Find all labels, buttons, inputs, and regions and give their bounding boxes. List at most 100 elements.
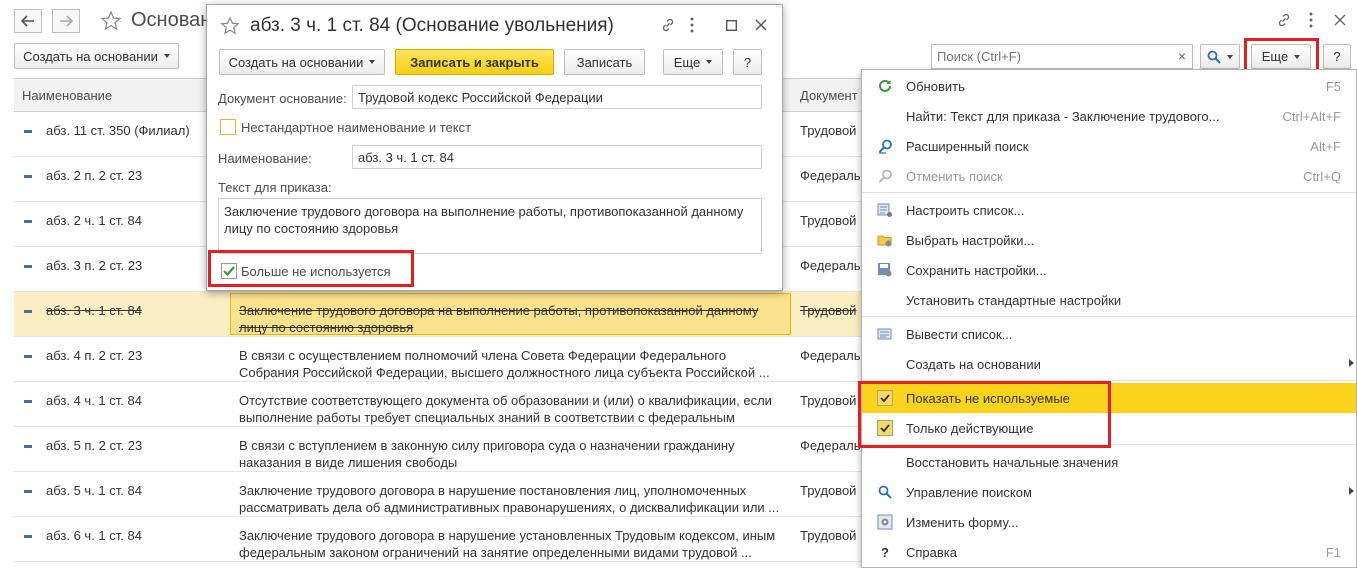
forward-button[interactable] <box>52 9 80 33</box>
item-icon <box>24 130 32 133</box>
order-text-label: Текст для приказа: <box>218 180 332 195</box>
row-text: В связи с осуществлением полномочий член… <box>239 348 770 380</box>
create-based-label: Создать на основании <box>228 54 364 70</box>
save-and-close-button[interactable]: Записать и закрыть <box>395 49 554 75</box>
menu-item-label: Обновить <box>906 79 965 94</box>
item-icon <box>24 355 32 358</box>
menu-item-shortcut: F5 <box>1325 79 1341 94</box>
save-button[interactable]: Записать <box>564 49 645 75</box>
menu-item-choose-settings[interactable]: Выбрать настройки... <box>862 225 1356 255</box>
menu-item-label: Выбрать настройки... <box>906 233 1035 248</box>
row-name: абз. 4 п. 2 ст. 23 <box>46 348 143 363</box>
close-icon[interactable] <box>1331 11 1349 29</box>
nonstandard-checkbox[interactable] <box>220 119 236 135</box>
more-vertical-icon[interactable] <box>683 16 701 34</box>
more-menu: Обновить F5 Найти: Текст для приказа - З… <box>861 69 1357 568</box>
row-name: абз. 5 ч. 1 ст. 84 <box>46 483 142 498</box>
dialog-title: абз. 3 ч. 1 ст. 84 (Основание увольнения… <box>250 15 614 36</box>
arrow-left-icon <box>21 15 34 27</box>
row-name: абз. 4 ч. 1 ст. 84 <box>46 393 142 408</box>
maximize-icon[interactable] <box>722 16 740 34</box>
order-text-field[interactable]: Заключение трудового договора на выполне… <box>218 198 762 254</box>
more-vertical-icon[interactable] <box>1302 11 1320 29</box>
document-basis-field[interactable]: Трудовой кодекс Российской Федерации <box>352 85 762 109</box>
menu-item-shortcut: Ctrl+Alt+F <box>1282 109 1341 124</box>
dialog-create-based-button[interactable]: Создать на основании <box>219 49 385 75</box>
record-dialog: абз. 3 ч. 1 ст. 84 (Основание увольнения… <box>206 4 783 291</box>
link-icon[interactable] <box>1275 11 1293 29</box>
favorite-star-icon[interactable] <box>100 10 122 32</box>
menu-item-shortcut: Ctrl+Q <box>1303 169 1341 184</box>
menu-item-label: Отменить поиск <box>906 169 1003 184</box>
menu-item-find[interactable]: Найти: Текст для приказа - Заключение тр… <box>862 101 1356 131</box>
menu-item-help[interactable]: ? Справка F1 <box>862 537 1356 567</box>
row-name: абз. 2 п. 2 ст. 23 <box>46 168 143 183</box>
row-name: абз. 2 ч. 1 ст. 84 <box>46 213 142 228</box>
help-label: ? <box>1333 49 1341 64</box>
row-text: В связи с вступлением в законную силу пр… <box>239 438 735 470</box>
menu-item-refresh[interactable]: Обновить F5 <box>862 71 1356 101</box>
item-icon <box>24 445 32 448</box>
dialog-more-button[interactable]: Еще <box>663 49 723 75</box>
caret-down-icon <box>369 60 376 64</box>
advanced-search-icon <box>877 138 893 154</box>
search-field[interactable]: × <box>931 44 1193 69</box>
create-based-button[interactable]: Создать на основании <box>14 43 179 69</box>
column-header-document[interactable]: Документ <box>800 88 858 103</box>
row-document: Федераль <box>800 348 860 363</box>
menu-item-create-based[interactable]: Создать на основании <box>862 349 1356 379</box>
menu-item-standard-settings[interactable]: Установить стандартные настройки <box>862 285 1356 315</box>
help-icon: ? <box>881 544 889 560</box>
cancel-search-icon <box>877 168 893 184</box>
row-document: Трудовой <box>800 213 857 228</box>
row-name: абз. 11 ст. 350 (Филиал) <box>46 123 190 138</box>
row-text: Заключение трудового договора в нарушени… <box>239 483 780 515</box>
item-icon <box>24 220 32 223</box>
row-name: абз. 3 ч. 1 ст. 84 <box>46 303 142 318</box>
menu-item-label: Создать на основании <box>906 357 1041 372</box>
menu-item-label: Восстановить начальные значения <box>906 455 1119 470</box>
menu-item-change-form[interactable]: Изменить форму... <box>862 507 1356 537</box>
menu-item-label: Настроить список... <box>906 203 1025 218</box>
menu-item-label: Изменить форму... <box>906 515 1019 530</box>
menu-item-save-settings[interactable]: Сохранить настройки... <box>862 255 1356 285</box>
search-icon <box>877 484 893 500</box>
page-title: Основан <box>131 9 212 31</box>
menu-item-output-list[interactable]: Вывести список... <box>862 319 1356 349</box>
item-icon <box>24 535 32 538</box>
item-icon <box>24 265 32 268</box>
caret-down-icon <box>1227 54 1233 59</box>
close-icon[interactable] <box>752 16 770 34</box>
menu-item-advanced-search[interactable]: Расширенный поиск Alt+F <box>862 131 1356 161</box>
search-icon <box>1207 50 1221 64</box>
row-document: Федераль <box>800 438 860 453</box>
row-document: Федераль <box>800 258 860 273</box>
back-button[interactable] <box>14 9 42 33</box>
menu-item-label: Вывести список... <box>906 327 1013 342</box>
favorite-star-icon[interactable] <box>220 16 240 36</box>
refresh-icon <box>877 78 893 94</box>
column-header-name[interactable]: Наименование <box>22 88 112 103</box>
item-icon <box>24 175 32 178</box>
menu-item-label: Расширенный поиск <box>906 139 1029 154</box>
save-settings-icon <box>877 262 893 278</box>
more-label: Еще <box>673 54 701 70</box>
menu-item-cancel-search[interactable]: Отменить поиск Ctrl+Q <box>862 161 1356 191</box>
submenu-arrow-icon <box>1349 487 1354 495</box>
menu-item-shortcut: F1 <box>1325 545 1341 560</box>
help-button[interactable]: ? <box>1323 44 1351 69</box>
name-field[interactable]: абз. 3 ч. 1 ст. 84 <box>352 145 762 169</box>
row-document: Трудовой <box>800 528 857 543</box>
menu-item-search-management[interactable]: Управление поиском <box>862 477 1356 507</box>
row-document: Трудовой <box>800 393 857 408</box>
search-input[interactable] <box>932 45 1162 67</box>
clear-search-icon[interactable]: × <box>1178 48 1186 64</box>
print-list-icon <box>877 326 893 342</box>
menu-item-restore-defaults[interactable]: Восстановить начальные значения <box>862 447 1356 477</box>
link-icon[interactable] <box>659 16 677 34</box>
menu-item-configure-list[interactable]: Настроить список... <box>862 195 1356 225</box>
name-label: Наименование: <box>218 151 312 166</box>
dialog-help-button[interactable]: ? <box>733 49 762 75</box>
menu-item-label: Управление поиском <box>906 485 1032 500</box>
search-button[interactable] <box>1200 44 1240 69</box>
